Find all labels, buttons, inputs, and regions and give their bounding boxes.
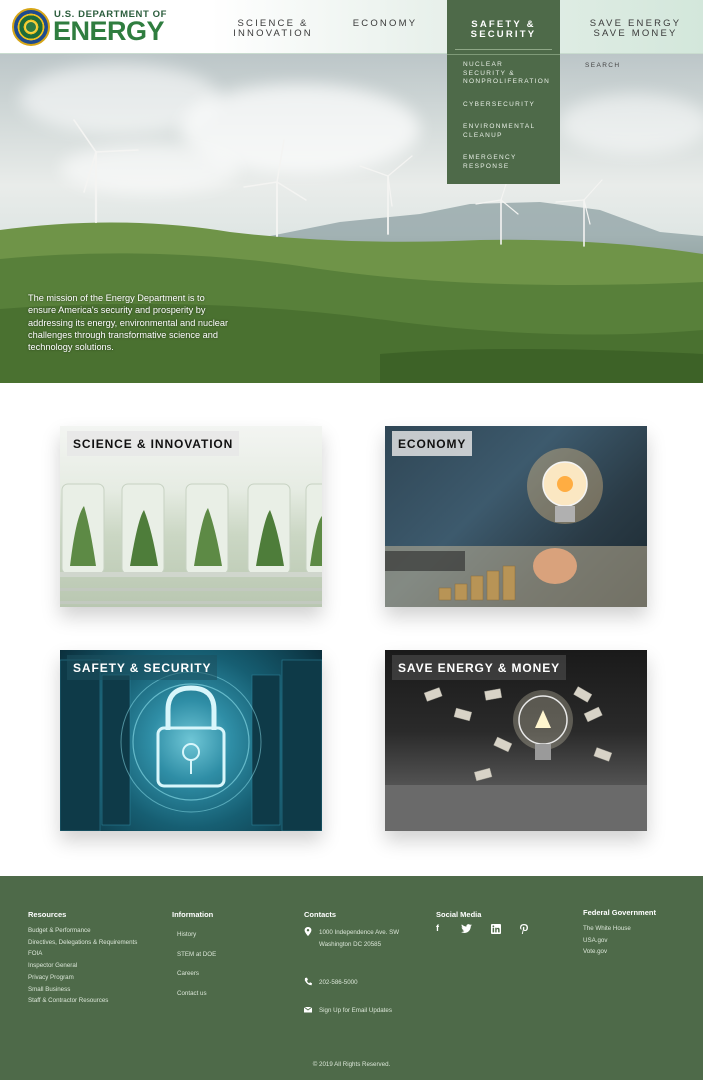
dropdown-item-line: RESPONSE	[463, 162, 510, 170]
footer-link[interactable]: STEM at DOE	[172, 945, 216, 965]
dropdown-item-line: EMERGENCY	[463, 154, 517, 161]
nav-science-innovation[interactable]: SCIENCE & INNOVATION	[228, 0, 318, 54]
card-safety-security[interactable]: SAFETY & SECURITY	[60, 650, 322, 831]
footer-link[interactable]: History	[172, 925, 216, 945]
dropdown-item-line: NUCLEAR SECURITY &	[463, 61, 515, 77]
card-economy[interactable]: ECONOMY	[385, 426, 647, 607]
nav-label-line: SECURITY	[470, 29, 537, 40]
site-header: U.S. DEPARTMENT OF ENERGY SCIENCE & INNO…	[0, 0, 703, 54]
hero-banner: The mission of the Energy Department is …	[0, 54, 703, 383]
nav-save-energy[interactable]: SAVE ENERGY SAVE MONEY	[588, 0, 683, 54]
doe-logo[interactable]: U.S. DEPARTMENT OF ENERGY	[12, 8, 172, 48]
phone-number: 202-586-5000	[319, 979, 358, 986]
linkedin-icon[interactable]	[491, 924, 501, 934]
nav-safety-security[interactable]: SAFETY & SECURITY	[447, 0, 560, 54]
footer-social: Social Media f	[436, 910, 546, 950]
nav-economy[interactable]: ECONOMY	[350, 0, 420, 54]
footer-heading: Social Media	[436, 910, 482, 919]
site-footer: Resources Budget & Performance Directive…	[0, 876, 703, 1080]
footer-heading: Resources	[28, 910, 67, 919]
search-link[interactable]: SEARCH	[585, 62, 621, 69]
dropdown-item-nuclear-security[interactable]: NUCLEAR SECURITY & NONPROLIFERATION	[463, 61, 549, 87]
address-line-1: 1000 Independence Ave. SW	[319, 929, 400, 936]
footer-link[interactable]: Contact us	[172, 984, 216, 1004]
footer-information: Information History STEM at DOE Careers …	[172, 910, 216, 1003]
card-label: ECONOMY	[392, 431, 473, 456]
logo-energy-word: ENERGY	[53, 16, 165, 46]
footer-link[interactable]: USA.gov	[583, 935, 656, 947]
map-pin-icon	[304, 927, 312, 936]
facebook-icon[interactable]: f	[436, 923, 439, 933]
twitter-icon[interactable]	[461, 924, 472, 933]
footer-link[interactable]: Directives, Delegations & Requirements	[28, 937, 137, 949]
card-label: SAFETY & SECURITY	[67, 655, 218, 680]
card-label: SAVE ENERGY & MONEY	[392, 655, 567, 680]
address-line-2: Washington DC 20585	[319, 941, 382, 948]
safety-security-dropdown: NUCLEAR SECURITY & NONPROLIFERATION CYBE…	[447, 49, 560, 184]
dropdown-item-environmental-cleanup[interactable]: ENVIRONMENTAL CLEANUP	[463, 123, 544, 140]
footer-heading: Information	[172, 910, 214, 919]
footer-heading: Contacts	[304, 910, 337, 919]
footer-link[interactable]: The White House	[583, 923, 656, 935]
doe-seal-icon	[12, 8, 50, 46]
dropdown-item-line: ENVIRONMENTAL	[463, 123, 536, 130]
dropdown-item-line: NONPROLIFERATION	[463, 78, 551, 85]
envelope-icon	[304, 1006, 312, 1013]
dropdown-item-line: CLEANUP	[463, 131, 503, 139]
nav-label-line: INNOVATION	[233, 28, 313, 39]
card-save-energy-money[interactable]: SAVE ENERGY & MONEY	[385, 650, 647, 831]
card-label: SCIENCE & INNOVATION	[67, 431, 240, 456]
mission-statement: The mission of the Energy Department is …	[28, 293, 229, 353]
footer-link[interactable]: Small Business	[28, 984, 137, 996]
footer-link[interactable]: Staff & Contractor Resources	[28, 995, 137, 1007]
dropdown-item-line: CYBERSECURITY	[463, 100, 536, 108]
footer-link[interactable]: Privacy Program	[28, 972, 137, 984]
nav-label-line: SAVE MONEY	[593, 28, 678, 39]
footer-resources: Resources Budget & Performance Directive…	[28, 910, 137, 1007]
footer-contacts: Contacts 1000 Independence Ave. SW Washi…	[304, 910, 424, 1030]
footer-link[interactable]: FOIA	[28, 948, 137, 960]
dropdown-item-cybersecurity[interactable]: CYBERSECURITY	[463, 101, 544, 110]
email-signup-link: Sign Up for Email Updates	[319, 1007, 392, 1014]
phone-icon	[304, 977, 312, 986]
social-icons-row: f	[436, 923, 536, 935]
footer-link[interactable]: Inspector General	[28, 960, 137, 972]
footer-heading: Federal Government	[583, 908, 656, 917]
footer-federal: Federal Government The White House USA.g…	[583, 908, 656, 958]
card-science-innovation[interactable]: SCIENCE & INNOVATION	[60, 426, 322, 607]
nav-label-line: ECONOMY	[352, 18, 418, 29]
dropdown-item-emergency-response[interactable]: EMERGENCY RESPONSE	[463, 154, 544, 171]
copyright-notice: © 2019 All Rights Reserved.	[312, 1061, 391, 1068]
footer-link[interactable]: Budget & Performance	[28, 925, 137, 937]
footer-link[interactable]: Vote.gov	[583, 946, 656, 958]
footer-link[interactable]: Careers	[172, 964, 216, 984]
pinterest-icon[interactable]	[520, 924, 528, 934]
